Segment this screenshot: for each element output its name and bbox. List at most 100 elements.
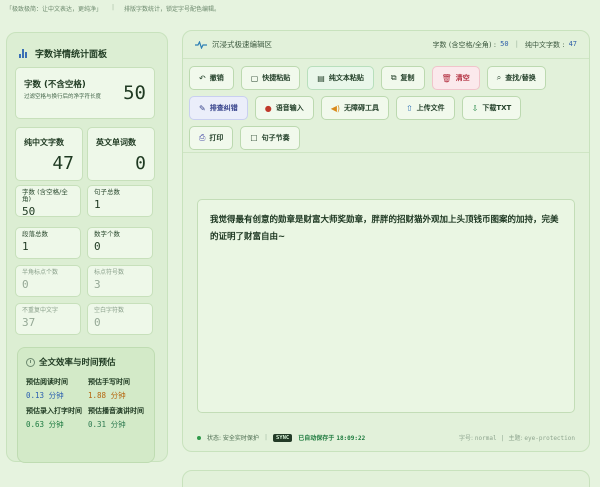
stat-card-paragraphs: 段落总数 1 (15, 227, 81, 259)
editor-area: 我觉得最有创意的勋章是财富大师奖勋章，胖胖的招财猫外观加上头顶钱币图案的加持，完… (183, 152, 589, 452)
download-icon: ⇩ (471, 103, 479, 113)
clock-icon (26, 357, 35, 367)
stat-label: 半角标点个数 (22, 269, 59, 276)
tagline-right: 排版字数统计，锁定字号配色编辑。 (124, 6, 221, 13)
status-divider: | (264, 434, 267, 441)
status-dot-icon (197, 435, 201, 440)
top-tagline: 「极致极简：让中文表达，更纯净」 | 排版字数统计，锁定字号配色编辑。 (6, 4, 220, 16)
estimate-value: 1.88 分钟 (88, 391, 126, 400)
download-txt-button[interactable]: ⇩ 下载TXT (461, 96, 522, 120)
efficiency-title: 全文效率与时间预估 (39, 358, 116, 368)
stat-card-halfwidth-punct: 半角标点个数 0 (15, 265, 81, 297)
copy-button[interactable]: ⧉ 复制 (380, 66, 425, 90)
tagline-left: 「极致极简：让中文表达，更纯净」 (6, 6, 103, 13)
sync-badge: SYNC (272, 433, 293, 442)
stat-value: 0 (94, 316, 101, 329)
header-stat-label: 纯中文字数 : (524, 40, 565, 49)
stat-label: 数字个数 (94, 230, 120, 238)
stats-panel-header: 字数详情统计面板 (19, 47, 159, 60)
undo-icon: ↶ (199, 73, 206, 83)
quick-paste-button[interactable]: ▢ 快捷粘贴 (240, 66, 301, 90)
stat-value: 47 (52, 153, 74, 174)
header-stat-value: 50 (500, 39, 509, 48)
format-fix-button[interactable]: ✎ 排查纠错 (189, 96, 248, 120)
pulse-icon (195, 40, 207, 49)
printer-icon: ⎙ (199, 133, 206, 142)
header-divider: | (515, 39, 518, 48)
editor-toolbar: ↶ 撤销 ▢ 快捷粘贴 ▤ 纯文本粘贴 ⧉ 复制 🗑 清空 ⌕ 查找/替换 ✎ 排查纠错 ● 语… (183, 59, 573, 150)
stat-label: 字数 (含空格/全角) (22, 188, 68, 203)
stat-value: 50 (123, 82, 146, 104)
estimate-label: 预估录入打字时间 (26, 407, 82, 415)
status-bar: 状态: 安全实时保护 | SYNC 已自动保存于 18:09:22 字号: no… (197, 433, 575, 442)
undo-button[interactable]: ↶ 撤销 (189, 66, 234, 90)
header-stat-value: 47 (568, 39, 577, 48)
voice-input-button[interactable]: ● 语音输入 (254, 96, 314, 120)
estimate-value: 0.31 分钟 (88, 420, 126, 429)
stats-panel: 字数详情统计面板 字数 (不含空格) 过滤空格与换行后的净字符长度 50 纯中文… (6, 32, 168, 463)
stat-subtitle: 过滤空格与换行后的净字符长度 (24, 94, 102, 100)
stat-card-chinese-chars: 纯中文字数 47 (15, 127, 83, 181)
stat-card-unique-chinese: 不重复中文字 37 (15, 303, 81, 335)
editor-title: 沉浸式极速编辑区 (212, 40, 272, 49)
stat-label: 段落总数 (22, 230, 48, 238)
speaker-icon: ◀) (330, 103, 340, 113)
plain-paste-button[interactable]: ▤ 纯文本粘贴 (307, 66, 374, 90)
text-editor[interactable]: 我觉得最有创意的勋章是财富大师奖勋章，胖胖的招财猫外观加上头顶钱币图案的加持，完… (197, 199, 575, 413)
estimate-value: 0.63 分钟 (26, 420, 64, 429)
status-state: 状态: 安全实时保护 (207, 435, 259, 442)
estimate-label: 预估播音演讲时间 (88, 407, 144, 415)
upload-file-button[interactable]: ⇧ 上传文件 (395, 96, 455, 120)
stat-value: 3 (94, 278, 101, 291)
stat-label: 英文单词数 (96, 138, 136, 147)
estimate-value: 0.13 分钟 (26, 391, 64, 400)
estimate-label: 预估手写时间 (88, 378, 130, 386)
stat-card-punctuation: 标点符号数 3 (87, 265, 153, 297)
editor-panel: 沉浸式极速编辑区 字数 (含空格/全角) : 50 | 纯中文字数 : 47 ↶… (182, 30, 590, 452)
sentence-rhythm-button[interactable]: ☐ 句子节奏 (240, 126, 300, 150)
stat-label: 句子总数 (94, 188, 120, 196)
stat-label: 标点符号数 (94, 269, 125, 276)
stat-label: 纯中文字数 (24, 138, 64, 147)
stat-card-whitespace: 空白字符数 0 (87, 303, 153, 335)
efficiency-header: 全文效率与时间预估 (26, 356, 146, 368)
stat-value: 0 (22, 278, 29, 291)
upload-icon: ⇧ (405, 103, 413, 113)
stat-card-chars-no-space: 字数 (不含空格) 过滤空格与换行后的净字符长度 50 (15, 67, 155, 119)
estimate-label: 预估阅读时间 (26, 378, 68, 386)
stat-value: 37 (22, 316, 36, 329)
stat-card-digits: 数字个数 0 (87, 227, 153, 259)
clipboard-icon: ▢ (250, 73, 259, 83)
find-replace-button[interactable]: ⌕ 查找/替换 (486, 66, 546, 90)
print-button[interactable]: ⎙ 打印 (189, 126, 234, 150)
estimate-reading: 预估阅读时间 0.13 分钟 (26, 378, 84, 401)
header-stat-label: 字数 (含空格/全角) : (432, 40, 497, 49)
editor-header: 沉浸式极速编辑区 字数 (含空格/全角) : 50 | 纯中文字数 : 47 (183, 31, 589, 59)
stat-value: 50 (22, 205, 36, 218)
efficiency-card: 全文效率与时间预估 预估阅读时间 0.13 分钟 预估手写时间 1.88 分钟 … (17, 347, 155, 463)
copy-icon: ⧉ (390, 73, 397, 82)
bar-chart-icon (19, 49, 29, 58)
editor-header-stats: 字数 (含空格/全角) : 50 | 纯中文字数 : 47 (433, 40, 577, 50)
stats-panel-title: 字数详情统计面板 (35, 50, 108, 60)
stat-value: 1 (22, 240, 29, 253)
clear-button[interactable]: 🗑 清空 (431, 66, 480, 90)
stat-label: 不重复中文字 (22, 307, 59, 314)
bottom-panel (182, 470, 590, 487)
stat-card-english-words: 英文单词数 0 (87, 127, 155, 181)
checkbox-icon: ☐ (250, 133, 258, 143)
stat-card-sentences: 句子总数 1 (87, 185, 153, 217)
trash-icon: 🗑 (441, 73, 452, 83)
spellcheck-icon: ✎ (199, 103, 206, 113)
stat-value: 0 (135, 153, 146, 174)
stat-label: 空白字符数 (94, 307, 125, 314)
estimate-typing: 预估录入打字时间 0.63 分钟 (26, 407, 84, 430)
status-font-theme: 字号: normal | 主题: eye-protection (458, 435, 575, 442)
accessibility-button[interactable]: ◀) 无障碍工具 (320, 96, 389, 120)
document-icon: ▤ (317, 73, 325, 83)
autosave-status: 已自动保存于 18:09:22 (298, 435, 366, 442)
microphone-icon: ● (264, 103, 272, 113)
tagline-separator: | (112, 4, 115, 11)
estimate-handwriting: 预估手写时间 1.88 分钟 (88, 378, 146, 401)
stat-card-chars-with-space: 字数 (含空格/全角) 50 (15, 185, 81, 218)
